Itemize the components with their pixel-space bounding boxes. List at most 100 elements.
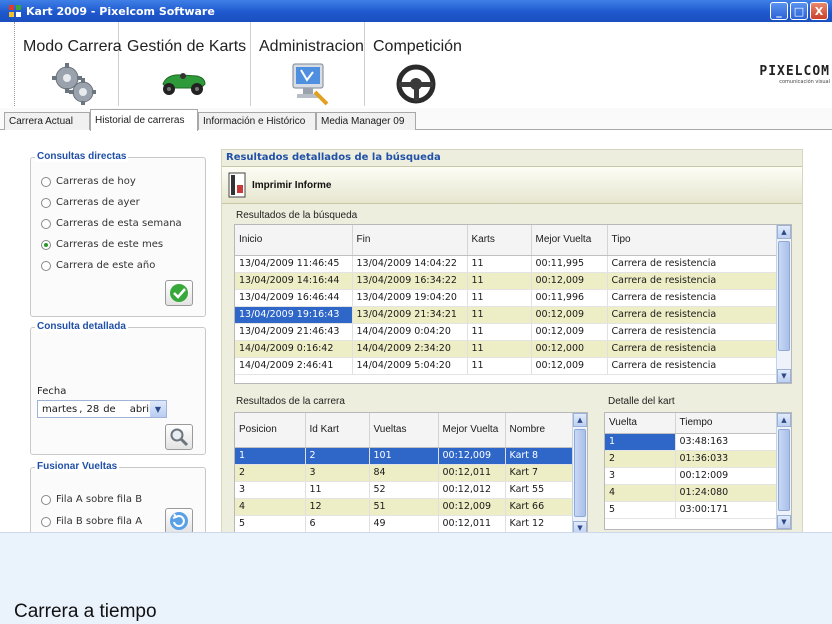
scroll-down-icon[interactable]: ▼ xyxy=(777,369,791,383)
scroll-thumb[interactable] xyxy=(574,429,586,517)
status-text: Carrera a tiempo xyxy=(14,601,157,622)
cell: 00:12,009 xyxy=(531,323,608,341)
table-row[interactable]: 4 12 51 00:12,009 Kart 66 xyxy=(235,498,574,516)
radio-carreras-mes[interactable]: Carreras de este mes xyxy=(41,239,163,250)
col-mejor-vuelta[interactable]: Mejor Vuelta xyxy=(438,413,506,448)
maximize-button[interactable]: □ xyxy=(790,2,808,20)
menu-modo-carrera[interactable]: Modo Carrera xyxy=(15,22,122,106)
col-mejor-vuelta[interactable]: Mejor Vuelta xyxy=(531,225,608,256)
table-row-selected[interactable]: 1 03:48:163 xyxy=(605,433,778,451)
cell: 13/04/2009 14:04:22 xyxy=(352,255,468,273)
col-id-kart[interactable]: Id Kart xyxy=(305,413,370,448)
table-row[interactable]: 3 11 52 00:12,012 Kart 55 xyxy=(235,481,574,499)
col-fin[interactable]: Fin xyxy=(352,225,468,256)
col-vuelta[interactable]: Vuelta xyxy=(605,413,676,434)
merge-laps-button[interactable] xyxy=(165,508,193,534)
col-vueltas[interactable]: Vueltas xyxy=(369,413,439,448)
main-menu: Modo Carrera Gestión de Karts Administra… xyxy=(14,22,832,106)
radio-carreras-ayer[interactable]: Carreras de ayer xyxy=(41,197,140,208)
scroll-up-icon[interactable]: ▲ xyxy=(777,413,791,427)
menu-label: Administracion xyxy=(259,38,364,55)
table-row[interactable]: 2 01:36:033 xyxy=(605,450,778,468)
search-scrollbar[interactable]: ▲ ▼ xyxy=(776,225,791,383)
race-results-grid[interactable]: Posicion Id Kart Vueltas Mejor Vuelta No… xyxy=(234,412,588,536)
window-title: Kart 2009 - Pixelcom Software xyxy=(26,4,215,18)
scroll-thumb[interactable] xyxy=(778,241,790,351)
radio-dot xyxy=(41,218,51,229)
minimize-button[interactable]: _ xyxy=(770,2,788,20)
document-icon xyxy=(228,172,246,198)
cell: 2 xyxy=(605,450,676,468)
col-karts[interactable]: Karts xyxy=(467,225,532,256)
cell: 00:12,012 xyxy=(438,481,506,499)
col-tiempo[interactable]: Tiempo xyxy=(675,413,778,434)
table-row[interactable]: 13/04/2009 14:16:44 13/04/2009 16:34:22 11… xyxy=(235,272,778,290)
kart-detail-scrollbar[interactable]: ▲ ▼ xyxy=(776,413,791,529)
cell: Carrera de resistencia xyxy=(607,323,778,341)
print-report-button[interactable]: Imprimir Informe xyxy=(252,180,331,191)
magnifier-icon xyxy=(170,428,189,447)
tab-informacion-historico[interactable]: Información e Histórico xyxy=(198,112,316,130)
radio-fila-a-sobre-b[interactable]: Fila A sobre fila B xyxy=(41,494,142,505)
cell: 5 xyxy=(605,501,676,519)
detailed-search-button[interactable] xyxy=(165,424,193,450)
race-scrollbar[interactable]: ▲ ▼ xyxy=(572,413,587,535)
date-day: 28 xyxy=(86,403,100,415)
chevron-down-icon[interactable]: ▼ xyxy=(150,401,166,417)
kart-detail-grid[interactable]: Vuelta Tiempo 1 03:48:163 2 01:36:033 3 00:… xyxy=(604,412,792,530)
date-picker[interactable]: martes , 28 de abril ▼ xyxy=(37,400,167,418)
table-row-selected[interactable]: 1 2 101 00:12,009 Kart 8 xyxy=(235,447,574,465)
cell: 14/04/2009 0:04:20 xyxy=(352,323,468,341)
close-button[interactable]: X xyxy=(810,2,828,20)
menu-competicion[interactable]: Competición xyxy=(365,22,485,106)
tab-historial-carreras[interactable]: Historial de carreras xyxy=(90,109,198,131)
group-title: Consultas directas xyxy=(35,151,129,162)
tab-media-manager[interactable]: Media Manager 09 xyxy=(316,112,416,130)
table-row[interactable]: 13/04/2009 16:46:44 13/04/2009 19:04:20 11… xyxy=(235,289,778,307)
scroll-up-icon[interactable]: ▲ xyxy=(573,413,587,427)
menu-gestion-karts[interactable]: Gestión de Karts xyxy=(119,22,251,106)
cell: 84 xyxy=(369,464,439,482)
menu-label: Competición xyxy=(373,38,462,55)
app-icon xyxy=(9,5,21,17)
status-area: Carrera a tiempo xyxy=(0,532,832,624)
menu-administracion[interactable]: Administracion xyxy=(251,22,365,106)
cell: 52 xyxy=(369,481,439,499)
scroll-down-icon[interactable]: ▼ xyxy=(777,515,791,529)
col-tipo[interactable]: Tipo xyxy=(607,225,778,256)
cell: Carrera de resistencia xyxy=(607,306,778,324)
cell: 13/04/2009 16:46:44 xyxy=(235,289,353,307)
col-inicio[interactable]: Inicio xyxy=(235,225,353,256)
cell: 3 xyxy=(235,481,306,499)
radio-carrera-ano[interactable]: Carrera de este año xyxy=(41,260,155,271)
logo-name: PIXELCOM xyxy=(759,64,830,79)
scroll-up-icon[interactable]: ▲ xyxy=(777,225,791,239)
radio-label: Fila B sobre fila A xyxy=(56,516,143,527)
table-row[interactable]: 3 00:12:009 xyxy=(605,467,778,485)
cell: Carrera de resistencia xyxy=(607,357,778,375)
tab-carrera-actual[interactable]: Carrera Actual xyxy=(4,112,90,130)
date-sep: de xyxy=(103,403,116,415)
results-panel: Resultados detallados de la búsqueda Imp… xyxy=(221,149,803,541)
search-results-label: Resultados de la búsqueda xyxy=(236,210,358,221)
table-row[interactable]: 2 3 84 00:12,011 Kart 7 xyxy=(235,464,574,482)
kart-icon xyxy=(162,73,206,95)
radio-carreras-semana[interactable]: Carreras de esta semana xyxy=(41,218,182,229)
table-row[interactable]: 5 6 49 00:12,011 Kart 12 xyxy=(235,515,574,533)
col-posicion[interactable]: Posicion xyxy=(235,413,306,448)
group-title: Fusionar Vueltas xyxy=(35,461,120,472)
table-row[interactable]: 14/04/2009 2:46:41 14/04/2009 5:04:20 11 00… xyxy=(235,357,778,375)
confirm-query-button[interactable] xyxy=(165,280,193,306)
radio-fila-b-sobre-a[interactable]: Fila B sobre fila A xyxy=(41,516,142,527)
col-nombre[interactable]: Nombre xyxy=(505,413,574,448)
table-row[interactable]: 5 03:00:171 xyxy=(605,501,778,519)
table-row[interactable]: 13/04/2009 21:46:43 14/04/2009 0:04:20 11 0… xyxy=(235,323,778,341)
radio-carreras-hoy[interactable]: Carreras de hoy xyxy=(41,176,136,187)
cell: 3 xyxy=(305,464,370,482)
table-row[interactable]: 14/04/2009 0:16:42 14/04/2009 2:34:20 11 00… xyxy=(235,340,778,358)
table-row[interactable]: 4 01:24:080 xyxy=(605,484,778,502)
scroll-thumb[interactable] xyxy=(778,429,790,511)
table-row[interactable]: 13/04/2009 11:46:45 13/04/2009 14:04:22 11… xyxy=(235,255,778,273)
search-results-grid[interactable]: Inicio Fin Karts Mejor Vuelta Tipo 13/04… xyxy=(234,224,792,384)
table-row-selected[interactable]: 13/04/2009 19:16:43 13/04/2009 21:34:21 11… xyxy=(235,306,778,324)
